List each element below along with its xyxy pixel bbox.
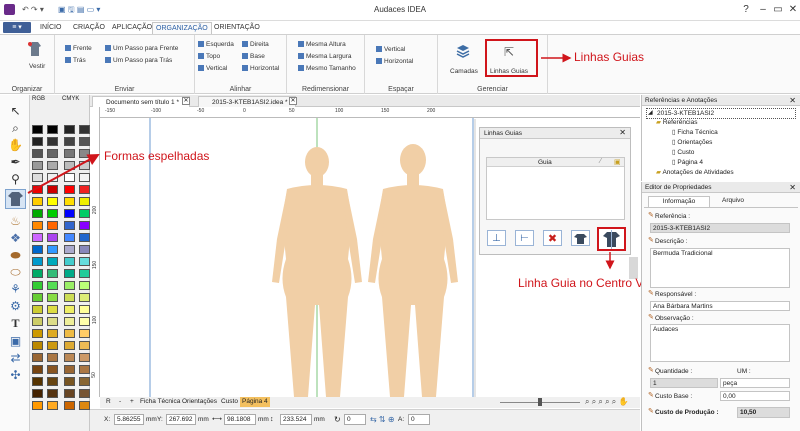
properties-title: Editor de Propriedades [645,184,712,191]
y-label: Y: [157,416,163,423]
angle-field[interactable]: 0 [344,414,366,425]
height-unit: mm [314,416,325,423]
flip-icons[interactable]: ⇆ ⇅ ⊕ [370,415,395,425]
properties-header: Editor de Propriedades ✕ [642,182,800,193]
pin-icon[interactable]: ✎ [648,236,654,244]
pin-icon[interactable]: ✎ [648,407,654,415]
custo-base-field[interactable]: 0,00 [720,391,790,401]
folder-icon: ▰ [656,119,663,126]
x-label: X: [104,416,111,423]
tree-item-pagina4[interactable]: ▯ Página 4 [672,158,703,167]
quantidade-field[interactable]: 1 [650,378,718,388]
custo-producao-label: Custo de Produção : [655,409,719,416]
references-title: Referências e Anotações [645,97,718,104]
tree-item-label: Página 4 [677,159,704,166]
page-tab-minus[interactable]: - [119,397,121,407]
a-label: A: [398,416,405,423]
properties-panel: Editor de Propriedades ✕ Informação Arqu… [641,182,800,431]
x-unit: mm [146,416,157,423]
custo-producao-field[interactable]: 10,50 [737,407,790,418]
tree-item-label: Orientações [677,139,713,146]
zoom-tools-icon[interactable]: ⌕ ⌕ ⌕ ⌕ ⌕ ✋ [585,397,628,407]
tree-item-ficha[interactable]: ▯ Ficha Técnica [672,128,718,137]
page-tab-ficha[interactable]: Ficha Técnica [140,397,180,407]
close-panel-icon[interactable]: ✕ [789,95,796,106]
responsavel-field[interactable]: Ana Bárbara Martins [650,301,790,311]
status-bar: X: 5.86255 mm Y: 267.692 mm ⟷ 98.1808 mm… [90,409,640,431]
folder-label: Anotações de Atividades [662,169,734,176]
page-tab-orientacoes[interactable]: Orientações [182,397,217,407]
tree-item-label: Ficha Técnica [677,129,718,136]
descricao-field[interactable]: Bermuda Tradicional [650,248,790,288]
page-tab-pagina4[interactable]: Página 4 [240,397,270,407]
references-header: Referências e Anotações ✕ [642,95,800,106]
um-field[interactable]: peça [720,378,790,388]
um-label: UM : [737,368,751,375]
descricao-label: Descrição : [655,238,688,245]
height-field[interactable]: 233.524 [280,414,312,425]
observacao-label: Observação : [655,315,694,322]
page-tabs: R - + Ficha Técnica Orientações Custo Pá… [100,397,640,408]
height-icon: ↕ [270,416,274,423]
collapse-icon[interactable]: ◢ [648,109,653,118]
responsavel-label: Responsável : [655,291,697,298]
width-icon: ⟷ [212,416,223,423]
width-field[interactable]: 98.1808 [224,414,256,425]
references-panel: Referências e Anotações ✕ ◢ 2015-3-KTEB1A… [641,95,800,181]
tree-item-orientacoes[interactable]: ▯ Orientações [672,138,712,147]
pin-icon[interactable]: ✎ [648,391,654,399]
close-panel-icon[interactable]: ✕ [789,182,796,193]
pin-icon[interactable]: ✎ [648,366,654,374]
pin-icon[interactable]: ✎ [648,211,654,219]
rotate-icon[interactable]: ↻ [334,415,341,425]
tree-item-custo[interactable]: ▯ Custo [672,148,694,157]
folder-label: Referências [662,119,698,126]
tree-folder-anotacoes[interactable]: ▰ Anotações de Atividades [656,168,734,177]
width-unit: mm [258,416,269,423]
tree-folder-referencias[interactable]: ▰ Referências [656,118,698,127]
tree-root-label: 2015-3-KTEB1ASI2 [657,110,715,117]
y-field[interactable]: 267.692 [166,414,196,425]
a-field[interactable]: 0 [408,414,430,425]
referencia-label: Referência : [655,213,691,220]
custo-base-label: Custo Base : [655,393,693,400]
pin-icon[interactable]: ✎ [648,289,654,297]
annotation-formas: Formas espelhadas [104,149,210,163]
zoom-slider[interactable] [500,398,580,406]
quantidade-label: Quantidade : [655,368,693,375]
x-field[interactable]: 5.86255 [114,414,144,425]
tree-item-label: Custo [677,149,695,156]
y-unit: mm [198,416,209,423]
tab-arquivo[interactable]: Arquivo [722,196,744,206]
page-tab-plus[interactable]: + [130,397,134,407]
referencia-field[interactable]: 2015-3-KTEB1ASI2 [650,223,790,233]
observacao-field[interactable]: Audaces [650,324,790,362]
tab-informacao[interactable]: Informação [648,196,710,207]
pin-icon[interactable]: ✎ [648,313,654,321]
page-tab-custo[interactable]: Custo [221,397,238,407]
page-tab-r[interactable]: R [106,397,111,407]
